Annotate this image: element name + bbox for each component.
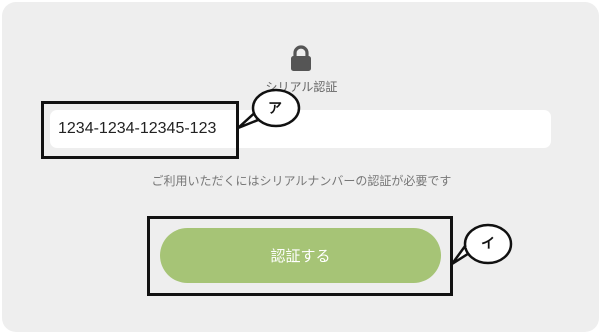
serial-help-text: ご利用いただくにはシリアルナンバーの認証が必要です [151,174,452,188]
callout-label-a: ア [268,101,282,117]
annotation-box-button [147,216,453,296]
callout-bubble-a [236,88,301,130]
annotation-box-input [41,101,239,159]
lock-icon [291,45,311,71]
callout-label-b: イ [481,236,495,252]
